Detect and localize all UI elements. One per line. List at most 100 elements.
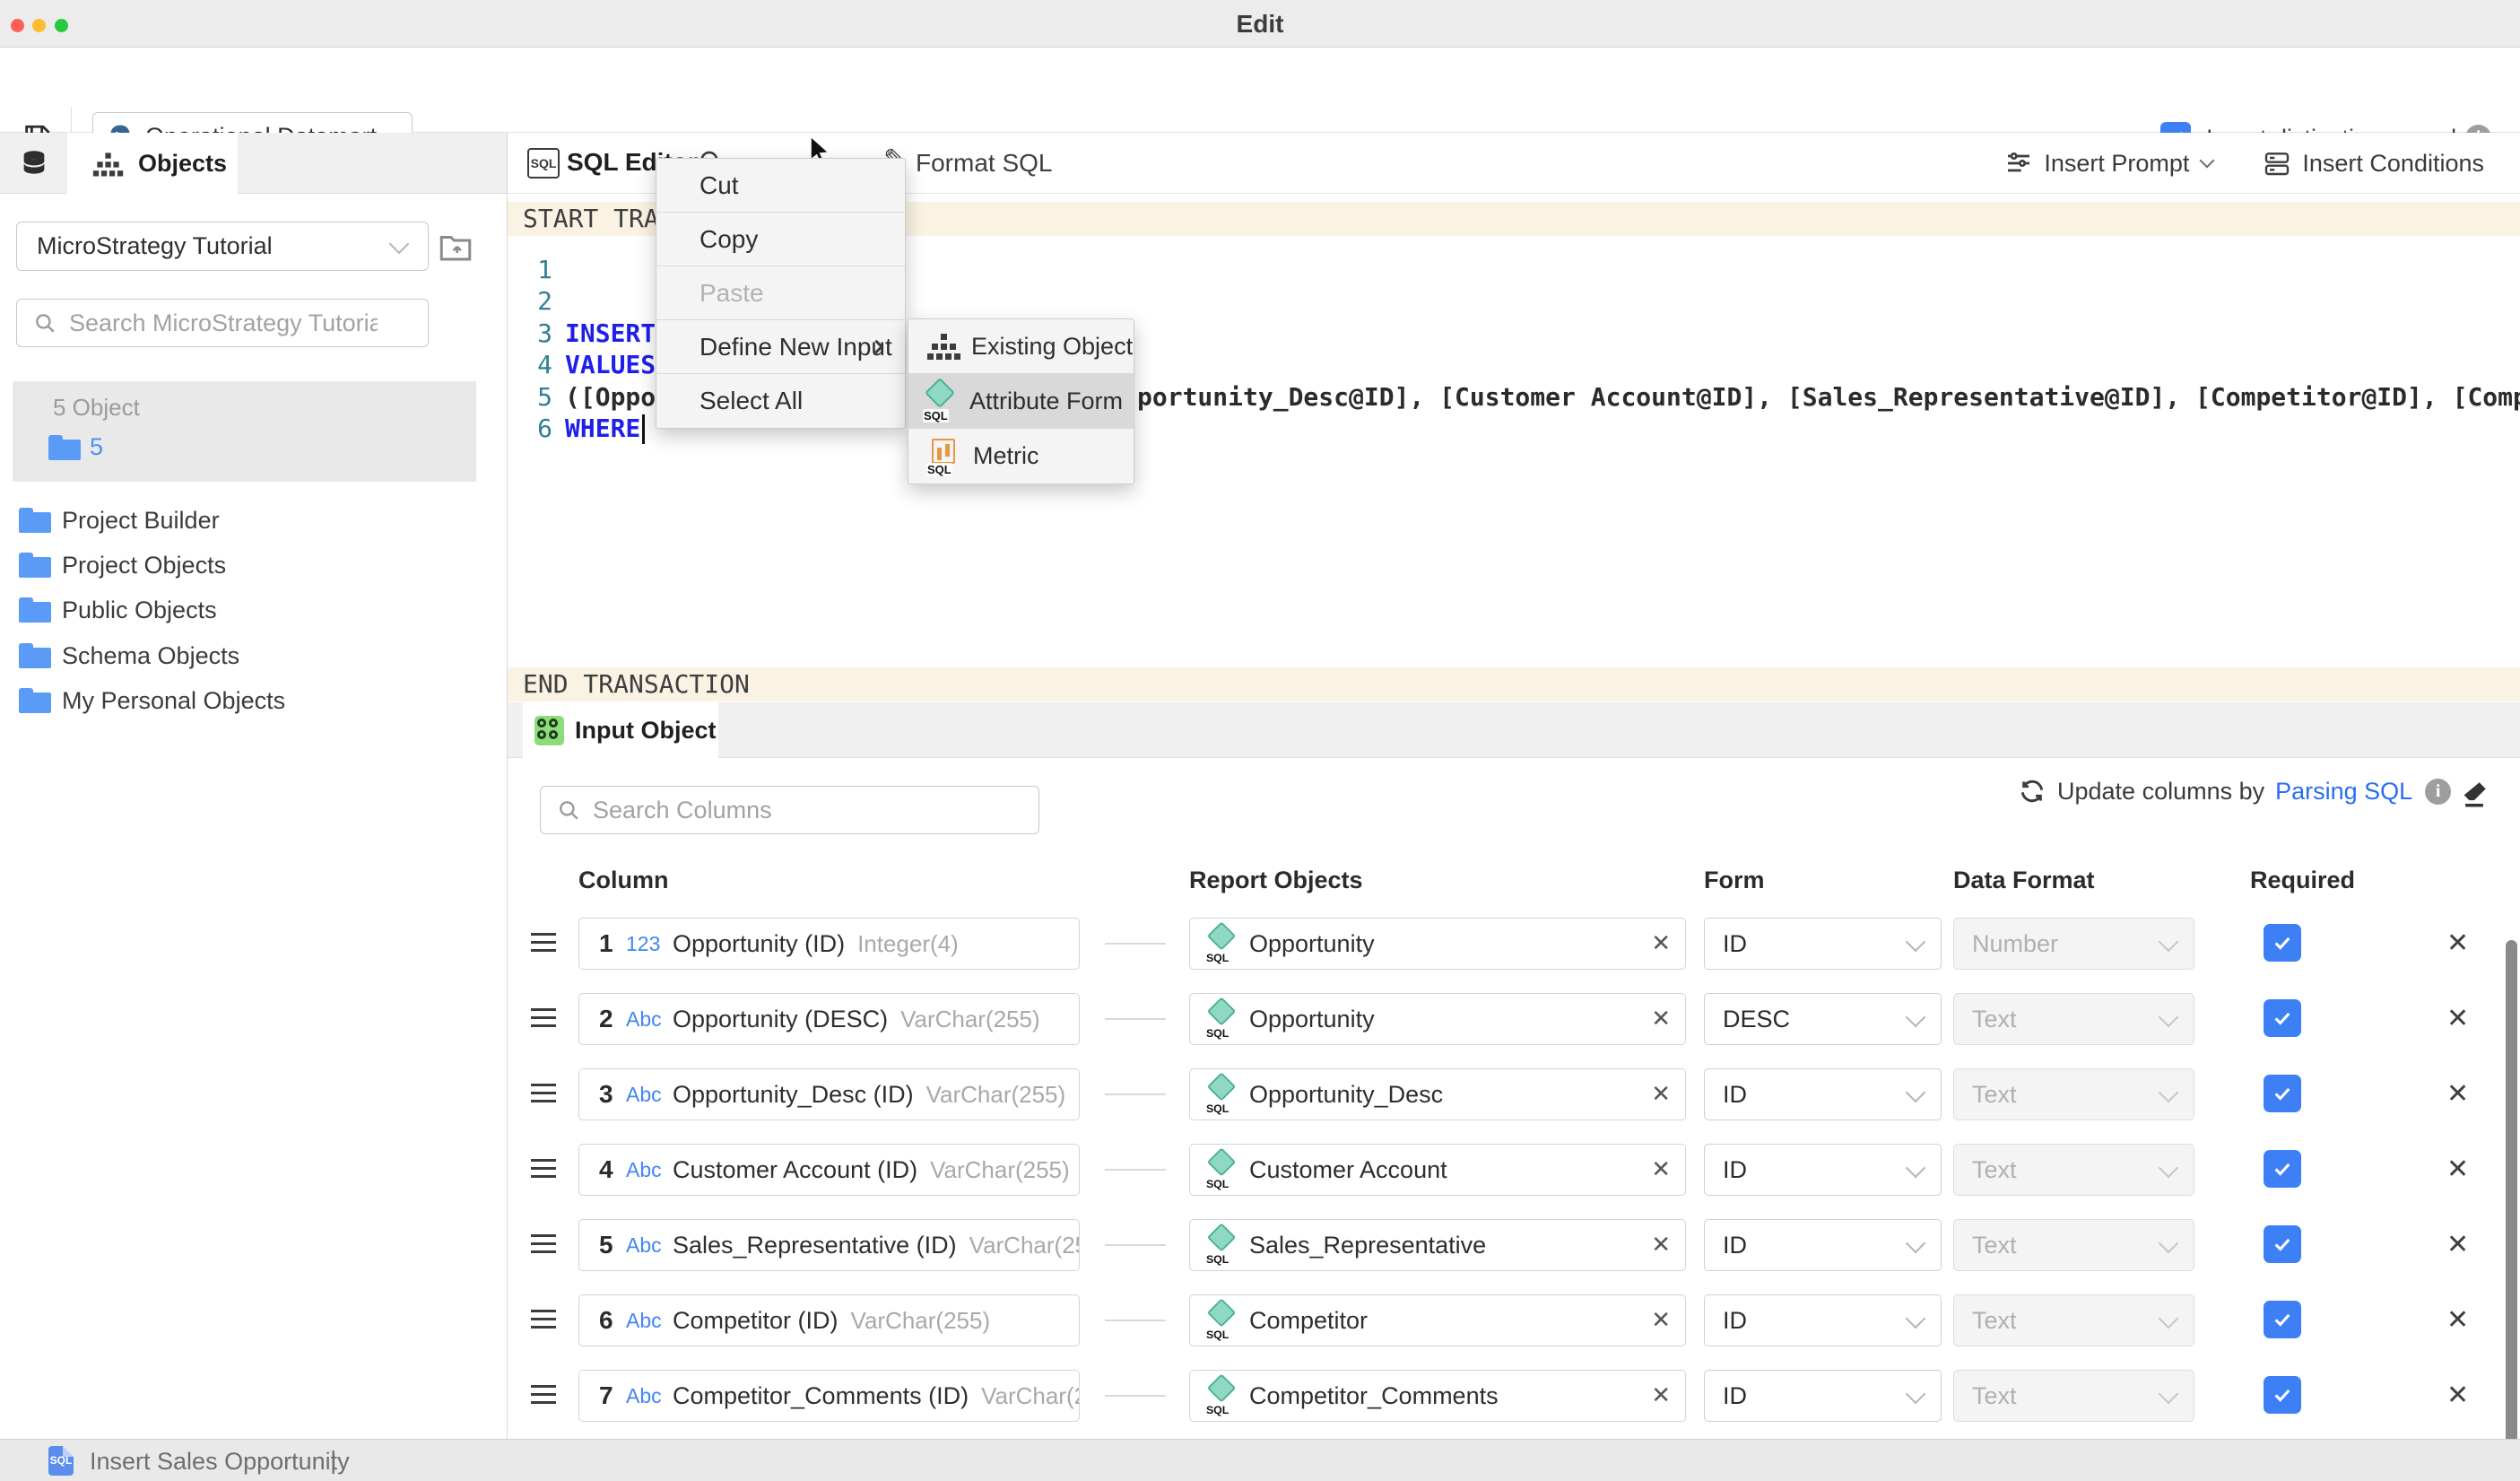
sidebar-search[interactable] (16, 299, 429, 347)
columns-search[interactable] (540, 786, 1039, 834)
info-icon[interactable]: i (2425, 779, 2451, 805)
report-object-cell[interactable]: SQL Opportunity ✕ (1189, 993, 1686, 1045)
menu-item-copy[interactable]: Copy (656, 213, 905, 266)
drag-handle-icon[interactable] (531, 1385, 556, 1407)
insert-conditions-button[interactable]: Insert Conditions (2302, 150, 2484, 178)
drag-handle-icon[interactable] (531, 1084, 556, 1105)
folder-up-icon[interactable] (437, 227, 474, 266)
report-object-cell[interactable]: SQL Opportunity ✕ (1189, 918, 1686, 970)
refresh-icon[interactable] (2018, 777, 2046, 806)
sidebar-search-input[interactable] (69, 309, 378, 337)
chevron-down-icon[interactable] (2200, 153, 2215, 169)
remove-object-icon[interactable]: ✕ (1651, 1381, 1671, 1409)
status-bar: SQL Insert Sales Opportunity | (0, 1439, 2520, 1481)
data-format-select: Text (1953, 993, 2194, 1045)
drag-handle-icon[interactable] (531, 1008, 556, 1030)
remove-object-icon[interactable]: ✕ (1651, 929, 1671, 957)
remove-row-button[interactable]: ✕ (2446, 928, 2469, 959)
vertical-scrollbar[interactable] (2506, 940, 2517, 1453)
sidebar-tab-strip: Objects (0, 133, 507, 194)
form-select[interactable]: ID (1704, 1219, 1942, 1271)
line-number: 4 (508, 349, 552, 380)
form-select[interactable]: DESC (1704, 993, 1942, 1045)
parsing-sql-link[interactable]: Parsing SQL (2275, 778, 2412, 806)
drag-handle-icon[interactable] (531, 1159, 556, 1180)
column-cell[interactable]: 3 Abc Opportunity_Desc (ID) VarChar(255) (578, 1068, 1080, 1120)
sidebar-item-project-builder[interactable]: Project Builder (19, 502, 485, 538)
required-checkbox[interactable] (2264, 924, 2301, 962)
submenu-item-metric[interactable]: SQL Metric (908, 429, 1134, 484)
remove-row-button[interactable]: ✕ (2446, 1304, 2469, 1336)
column-name: Customer Account (ID) (673, 1156, 917, 1184)
folder-icon (19, 597, 51, 623)
selected-folder[interactable]: 5 (48, 433, 103, 461)
menu-item-define-new-input[interactable]: Define New Input (656, 320, 905, 374)
tab-objects[interactable]: Objects (67, 133, 238, 195)
report-object-cell[interactable]: SQL Customer Account ✕ (1189, 1144, 1686, 1196)
required-checkbox[interactable] (2264, 1075, 2301, 1112)
menu-item-cut[interactable]: Cut (656, 159, 905, 213)
remove-row-button[interactable]: ✕ (2446, 1229, 2469, 1260)
remove-object-icon[interactable]: ✕ (1651, 1231, 1671, 1259)
object-count-label: 5 Object (53, 394, 140, 422)
report-object-name: Opportunity (1249, 930, 1375, 958)
eraser-icon[interactable] (2459, 779, 2490, 809)
column-cell[interactable]: 5 Abc Sales_Representative (ID) VarChar(… (578, 1219, 1080, 1271)
drag-handle-icon[interactable] (531, 1234, 556, 1256)
row-number: 5 (599, 1231, 626, 1259)
folder-label: Public Objects (62, 597, 217, 624)
required-checkbox[interactable] (2264, 1225, 2301, 1263)
column-cell[interactable]: 2 Abc Opportunity (DESC) VarChar(255) (578, 993, 1080, 1045)
columns-search-input[interactable] (593, 797, 966, 824)
remove-object-icon[interactable]: ✕ (1651, 1080, 1671, 1108)
form-select[interactable]: ID (1704, 918, 1942, 970)
folder-label: My Personal Objects (62, 687, 285, 715)
tab-input-object[interactable]: Input Object (523, 702, 718, 759)
sidebar-item-my-personal-objects[interactable]: My Personal Objects (19, 683, 485, 719)
submenu-item-attribute-form[interactable]: SQL Attribute Form (908, 374, 1134, 429)
sidebar-item-schema-objects[interactable]: Schema Objects (19, 638, 485, 674)
report-object-cell[interactable]: SQL Competitor_Comments ✕ (1189, 1370, 1686, 1422)
project-select[interactable]: MicroStrategy Tutorial (16, 222, 429, 271)
form-select[interactable]: ID (1704, 1144, 1942, 1196)
column-cell[interactable]: 6 Abc Competitor (ID) VarChar(255) (578, 1294, 1080, 1346)
column-cell[interactable]: 7 Abc Competitor_Comments (ID) VarChar(2… (578, 1370, 1080, 1422)
required-checkbox[interactable] (2264, 999, 2301, 1037)
report-object-name: Opportunity (1249, 1006, 1375, 1033)
remove-row-button[interactable]: ✕ (2446, 1380, 2469, 1411)
main-toolbar: Operational Datamart Insert distinction … (0, 48, 2520, 133)
required-checkbox[interactable] (2264, 1150, 2301, 1188)
sidebar-item-public-objects[interactable]: Public Objects (19, 592, 485, 628)
report-object-name: Sales_Representative (1249, 1232, 1486, 1259)
remove-row-button[interactable]: ✕ (2446, 1154, 2469, 1185)
window-title: Edit (0, 0, 2520, 48)
chevron-down-icon (2159, 1384, 2179, 1405)
column-type: VarChar(255) (851, 1307, 991, 1335)
column-cell[interactable]: 1 123 Opportunity (ID) Integer(4) (578, 918, 1080, 970)
format-sql-button[interactable]: Format SQL (916, 149, 1052, 178)
remove-row-button[interactable]: ✕ (2446, 1003, 2469, 1034)
remove-row-button[interactable]: ✕ (2446, 1078, 2469, 1110)
tab-datasources[interactable] (0, 133, 67, 194)
report-object-cell[interactable]: SQL Opportunity_Desc ✕ (1189, 1068, 1686, 1120)
drag-handle-icon[interactable] (531, 933, 556, 954)
sidebar-item-project-objects[interactable]: Project Objects (19, 547, 485, 583)
remove-object-icon[interactable]: ✕ (1651, 1155, 1671, 1183)
submenu-item-existing-object[interactable]: Existing Object (908, 319, 1134, 374)
context-menu: Cut Copy Paste Define New Input Select A… (656, 158, 906, 429)
remove-object-icon[interactable]: ✕ (1651, 1005, 1671, 1032)
report-object-cell[interactable]: SQL Competitor ✕ (1189, 1294, 1686, 1346)
form-select[interactable]: ID (1704, 1294, 1942, 1346)
insert-prompt-button[interactable]: Insert Prompt (2044, 150, 2189, 178)
chevron-down-icon (2159, 1083, 2179, 1103)
required-checkbox[interactable] (2264, 1301, 2301, 1338)
form-select[interactable]: ID (1704, 1370, 1942, 1422)
header-required: Required (2250, 867, 2355, 894)
required-checkbox[interactable] (2264, 1376, 2301, 1414)
remove-object-icon[interactable]: ✕ (1651, 1306, 1671, 1334)
column-cell[interactable]: 4 Abc Customer Account (ID) VarChar(255) (578, 1144, 1080, 1196)
form-select[interactable]: ID (1704, 1068, 1942, 1120)
drag-handle-icon[interactable] (531, 1310, 556, 1331)
menu-item-select-all[interactable]: Select All (656, 374, 905, 428)
report-object-cell[interactable]: SQL Sales_Representative ✕ (1189, 1219, 1686, 1271)
